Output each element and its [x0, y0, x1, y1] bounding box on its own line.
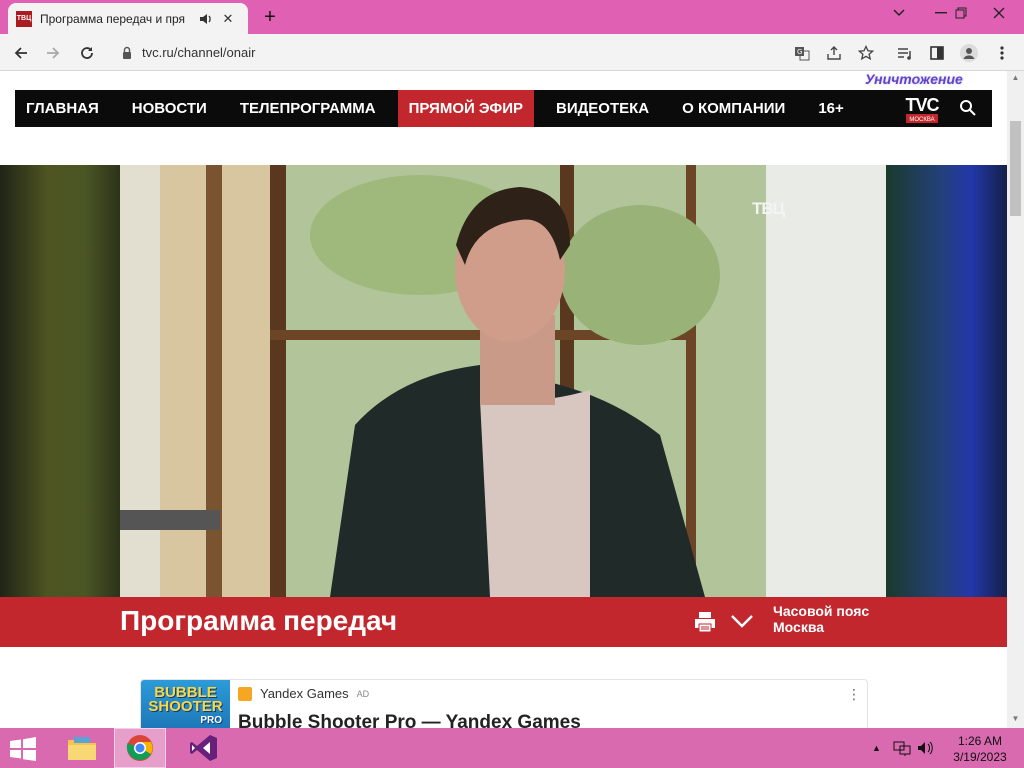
schedule-header: Программа передач Часовой пояс Москва — [0, 597, 1007, 647]
windows-taskbar: ▲ 1:26 AM 3/19/2023 — [0, 728, 1024, 768]
nav-item-news[interactable]: НОВОСТИ — [121, 90, 218, 127]
share-icon[interactable] — [821, 40, 847, 66]
promo-banner[interactable]: Уничтожение — [865, 71, 985, 87]
ad-banner[interactable]: BUBBLE SHOOTER PRO Yandex Games AD Bubbl… — [140, 679, 868, 728]
system-tray: ▲ — [872, 728, 935, 768]
network-icon[interactable] — [893, 740, 911, 756]
reload-button[interactable] — [74, 40, 100, 66]
translate-icon[interactable]: G — [789, 40, 815, 66]
forward-button[interactable] — [40, 40, 66, 66]
timezone-selector[interactable]: Часовой пояс Москва — [773, 603, 869, 635]
clock-time: 1:26 AM — [957, 734, 1003, 748]
tab-search-icon[interactable] — [876, 0, 922, 26]
live-video-player[interactable]: ТВЦ — [0, 165, 1007, 597]
browser-tab[interactable]: ТВЦ Программа передач и пря ✕ — [8, 3, 248, 34]
ad-source-name: Yandex Games — [260, 686, 349, 701]
video-frame: ТВЦ — [120, 165, 886, 597]
site-navigation: ГЛАВНАЯ НОВОСТИ ТЕЛЕПРОГРАММА ПРЯМОЙ ЭФИ… — [15, 90, 992, 127]
tab-favicon: ТВЦ — [16, 10, 32, 27]
scroll-up-arrow-icon[interactable]: ▲ — [1010, 73, 1021, 85]
video-scene — [120, 165, 886, 597]
nav-item-video-library[interactable]: ВИДЕОТЕКА — [545, 90, 660, 127]
yandex-games-icon — [238, 686, 252, 701]
tvc-logo[interactable]: TVC МОСКВА — [903, 94, 941, 124]
nav-item-tv-guide[interactable]: ТЕЛЕПРОГРАММА — [229, 90, 387, 127]
scrollbar-thumb[interactable] — [1010, 121, 1021, 216]
nav-item-home[interactable]: ГЛАВНАЯ — [15, 90, 110, 127]
audio-playing-icon[interactable] — [198, 11, 214, 27]
ad-tag: AD — [356, 688, 370, 699]
media-control-icon[interactable] — [892, 40, 918, 66]
browser-toolbar: tvc.ru/channel/onair G — [0, 34, 1024, 71]
timezone-value: Москва — [773, 619, 825, 635]
close-window-button[interactable] — [976, 0, 1022, 26]
schedule-title: Программа передач — [120, 605, 398, 636]
web-page: Уничтожение ГЛАВНАЯ НОВОСТИ ТЕЛЕПРОГРАММ… — [0, 71, 1007, 728]
nav-item-about[interactable]: О КОМПАНИИ — [671, 90, 796, 127]
video-blur-right — [886, 165, 1007, 597]
back-button[interactable] — [8, 40, 34, 66]
profile-avatar-icon[interactable] — [956, 40, 982, 66]
tab-strip: ТВЦ Программа передач и пря ✕ + — [0, 0, 1024, 34]
bookmark-star-icon[interactable] — [853, 40, 879, 66]
windows-start-icon[interactable] — [8, 737, 38, 761]
search-icon[interactable] — [959, 99, 977, 117]
channel-watermark: ТВЦ — [752, 199, 785, 218]
lock-icon[interactable] — [120, 46, 134, 60]
video-blur-left — [0, 165, 120, 597]
volume-icon[interactable] — [917, 740, 935, 756]
ad-headline[interactable]: Bubble Shooter Pro — Yandex Games — [238, 712, 581, 728]
new-tab-button[interactable]: + — [258, 6, 282, 28]
file-explorer-icon[interactable] — [56, 728, 108, 768]
clock-date: 3/19/2023 — [953, 750, 1007, 764]
visual-studio-icon[interactable] — [178, 728, 230, 768]
chevron-down-icon[interactable] — [730, 613, 754, 629]
side-panel-icon[interactable] — [924, 40, 950, 66]
menu-kebab-icon[interactable] — [989, 40, 1015, 66]
tab-title: Программа передач и пря — [40, 11, 186, 26]
timezone-label: Часовой пояс — [773, 603, 870, 619]
scroll-down-arrow-icon[interactable]: ▼ — [1010, 714, 1021, 726]
ad-source: Yandex Games AD — [238, 686, 369, 701]
page-scrollbar[interactable]: ▲ ▼ — [1007, 71, 1024, 728]
age-rating-badge: 16+ — [818, 100, 844, 117]
address-bar[interactable]: tvc.ru/channel/onair — [110, 38, 890, 67]
ad-image[interactable]: BUBBLE SHOOTER PRO — [141, 680, 230, 728]
tab-close-icon[interactable]: ✕ — [220, 11, 236, 27]
ad-menu-icon[interactable]: ⋮ — [847, 686, 861, 703]
chrome-taskbar-icon[interactable] — [114, 728, 166, 768]
print-icon[interactable] — [694, 611, 716, 633]
show-hidden-icons-icon[interactable]: ▲ — [872, 743, 881, 753]
url-text: tvc.ru/channel/onair — [142, 45, 256, 60]
system-clock[interactable]: 1:26 AM 3/19/2023 — [950, 733, 1010, 765]
nav-item-live[interactable]: ПРЯМОЙ ЭФИР — [397, 90, 534, 127]
svg-text:TVC: TVC — [906, 95, 940, 115]
svg-text:G: G — [797, 48, 802, 56]
svg-text:МОСКВА: МОСКВА — [909, 117, 934, 123]
